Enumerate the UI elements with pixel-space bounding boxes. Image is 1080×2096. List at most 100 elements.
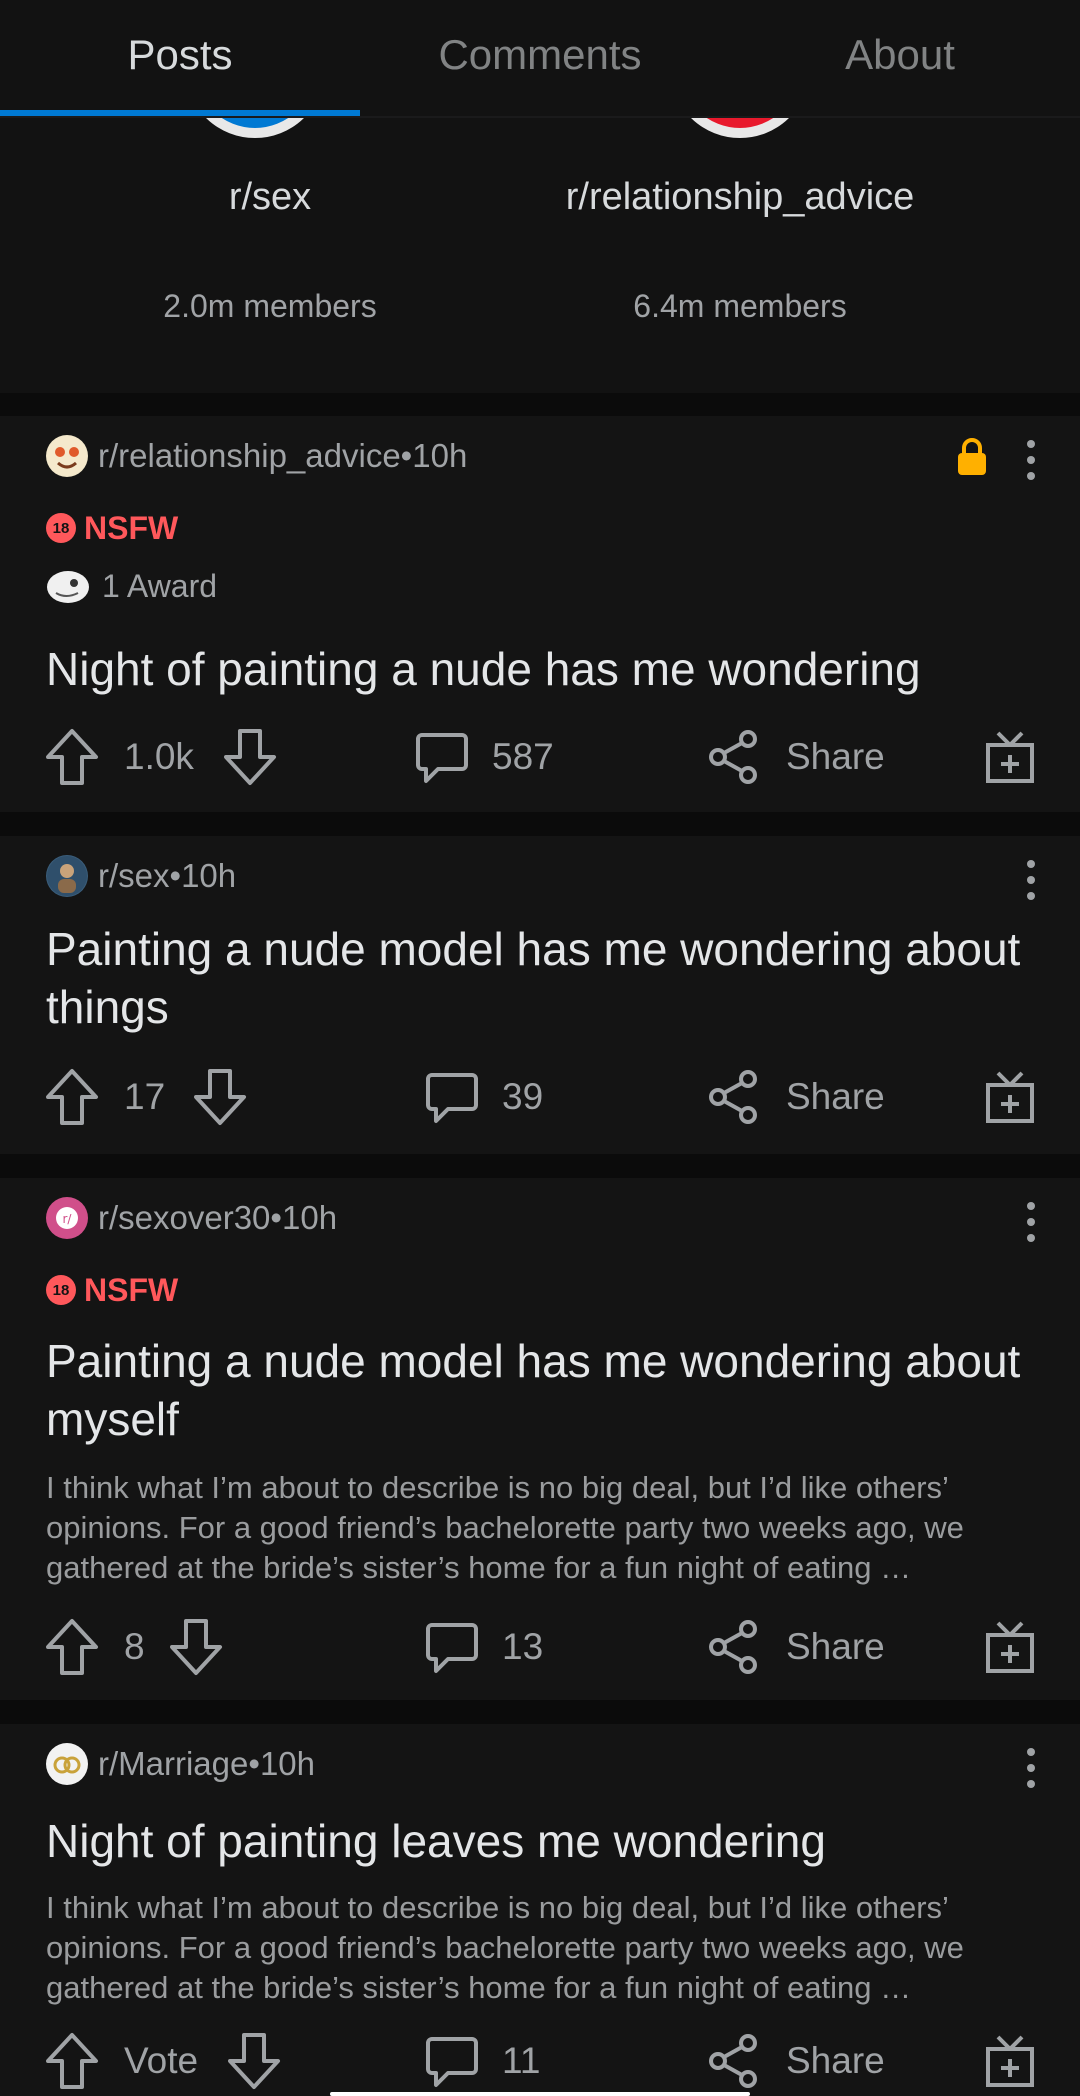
subreddit-link[interactable]: r/relationship_advice bbox=[98, 437, 401, 475]
tab-comments[interactable]: Comments bbox=[360, 0, 720, 116]
gesture-home-bar[interactable] bbox=[330, 2092, 750, 2096]
comment-bubble-icon bbox=[416, 733, 468, 783]
nsfw-tag: 18 NSFW bbox=[46, 1270, 178, 1310]
share-label: Share bbox=[786, 736, 885, 777]
post-title[interactable]: Painting a nude model has me wondering a… bbox=[46, 1332, 1034, 1448]
post-meta: r/sex • 10h bbox=[46, 854, 236, 898]
community-card-relationship-advice[interactable]: r/relationship_advice 6.4m members bbox=[470, 118, 1010, 393]
give-award-button[interactable] bbox=[984, 1062, 1036, 1132]
arrow-up-icon bbox=[46, 1069, 98, 1125]
upvote-button[interactable] bbox=[44, 722, 100, 792]
share-icon bbox=[709, 1070, 757, 1124]
post-time: 10h bbox=[412, 437, 468, 474]
vote-count: 8 bbox=[124, 1626, 145, 1667]
meta-separator: • bbox=[270, 1199, 282, 1236]
downvote-button[interactable] bbox=[192, 1062, 248, 1132]
comments-button[interactable]: 587 bbox=[414, 722, 554, 792]
gift-award-icon bbox=[986, 1071, 1034, 1123]
post-body-preview[interactable]: I think what I’m about to describe is no… bbox=[46, 1468, 1040, 1588]
post-title[interactable]: Painting a nude model has me wondering a… bbox=[46, 920, 1034, 1036]
post-actions: 17 39 Share bbox=[0, 1062, 1080, 1132]
share-icon bbox=[709, 730, 757, 784]
arrow-up-icon bbox=[46, 729, 98, 785]
community-card-sex[interactable]: r/sex 2.0m members bbox=[0, 118, 540, 393]
nsfw-badge-icon: 18 bbox=[46, 513, 76, 543]
award-count: 1 Award bbox=[102, 567, 218, 604]
more-vertical-icon[interactable] bbox=[1024, 440, 1038, 480]
post-time: 10h bbox=[281, 1199, 338, 1236]
vote-count: 1.0k bbox=[124, 736, 194, 777]
arrow-down-icon bbox=[194, 1069, 246, 1125]
comment-count: 11 bbox=[502, 2040, 541, 2081]
community-avatar bbox=[185, 118, 325, 138]
comments-button[interactable]: 13 bbox=[424, 1612, 543, 1682]
nsfw-tag: 18 NSFW bbox=[46, 508, 178, 548]
post-card[interactable]: r/Marriage • 10h Night of painting leave… bbox=[0, 1724, 1080, 2096]
comments-button[interactable]: 39 bbox=[424, 1062, 543, 1132]
vote-count: 17 bbox=[124, 1076, 166, 1117]
post-actions: 8 13 Share bbox=[0, 1612, 1080, 1682]
community-name: r/sex bbox=[228, 176, 312, 218]
tab-about[interactable]: About bbox=[720, 0, 1080, 116]
upvote-button[interactable] bbox=[44, 2026, 100, 2096]
post-title[interactable]: Night of painting leaves me wondering bbox=[46, 1812, 1034, 1870]
downvote-button[interactable] bbox=[168, 1612, 224, 1682]
post-card[interactable]: r/ r/sexover30 • 10h 18 NSFW Painting a … bbox=[0, 1178, 1080, 1700]
gift-award-icon bbox=[986, 2035, 1034, 2087]
subreddit-avatar[interactable]: r/ bbox=[46, 1197, 88, 1239]
give-award-button[interactable] bbox=[984, 2026, 1036, 2096]
more-vertical-icon[interactable] bbox=[1024, 1748, 1038, 1788]
subreddit-link[interactable]: r/sex bbox=[98, 857, 170, 895]
post-card[interactable]: r/relationship_advice • 10h 18 NSFW 1 Aw… bbox=[0, 416, 1080, 812]
comment-bubble-icon bbox=[426, 2037, 478, 2087]
share-button[interactable]: Share bbox=[706, 1062, 885, 1132]
post-meta: r/relationship_advice • 10h bbox=[46, 434, 467, 478]
meta-separator: • bbox=[169, 857, 182, 894]
upvote-button[interactable] bbox=[44, 1612, 100, 1682]
subreddit-link[interactable]: r/sexover30 bbox=[98, 1199, 270, 1237]
post-actions: Vote 11 Share bbox=[0, 2026, 1080, 2096]
community-members: 6.4m members bbox=[633, 288, 847, 324]
share-button[interactable]: Share bbox=[706, 722, 885, 792]
post-actions: 1.0k 587 Share bbox=[0, 722, 1080, 792]
tab-posts[interactable]: Posts bbox=[0, 0, 360, 116]
post-time: 10h bbox=[181, 857, 237, 894]
arrow-down-icon bbox=[170, 1619, 222, 1675]
more-vertical-icon[interactable] bbox=[1024, 860, 1038, 900]
share-icon bbox=[709, 1620, 757, 1674]
give-award-button[interactable] bbox=[984, 722, 1036, 792]
post-card[interactable]: r/sex • 10h Painting a nude model has me… bbox=[0, 836, 1080, 1154]
nsfw-label: NSFW bbox=[84, 509, 179, 546]
subreddit-avatar[interactable] bbox=[46, 435, 88, 477]
more-vertical-icon[interactable] bbox=[1024, 1202, 1038, 1242]
active-communities: r/sex 2.0m members r/relationship_advice… bbox=[0, 118, 1080, 393]
nsfw-badge-icon: 18 bbox=[46, 1275, 76, 1305]
comment-bubble-icon bbox=[426, 1623, 478, 1673]
comments-button[interactable]: 11 bbox=[424, 2026, 540, 2096]
meta-separator: • bbox=[248, 1745, 260, 1782]
post-meta: r/Marriage • 10h bbox=[46, 1742, 315, 1786]
comment-count: 39 bbox=[502, 1076, 544, 1117]
give-award-button[interactable] bbox=[984, 1612, 1036, 1682]
subreddit-avatar[interactable] bbox=[46, 855, 88, 897]
share-icon bbox=[709, 2034, 757, 2088]
subreddit-avatar[interactable] bbox=[46, 1743, 88, 1785]
share-button[interactable]: Share bbox=[706, 2026, 885, 2096]
arrow-down-icon bbox=[224, 729, 276, 785]
community-name: r/relationship_advice bbox=[565, 176, 915, 218]
upvote-button[interactable] bbox=[44, 1062, 100, 1132]
post-body-preview[interactable]: I think what I’m about to describe is no… bbox=[46, 1888, 1040, 2008]
post-title[interactable]: Night of painting a nude has me wonderin… bbox=[46, 640, 1034, 698]
arrow-up-icon bbox=[46, 2033, 98, 2089]
downvote-button[interactable] bbox=[226, 2026, 282, 2096]
downvote-button[interactable] bbox=[222, 722, 278, 792]
arrow-up-icon bbox=[46, 1619, 98, 1675]
post-meta: r/ r/sexover30 • 10h bbox=[46, 1196, 337, 1240]
share-button[interactable]: Share bbox=[706, 1612, 885, 1682]
gift-award-icon bbox=[986, 1621, 1034, 1673]
comment-count: 587 bbox=[492, 736, 554, 777]
award-icon bbox=[47, 571, 89, 603]
award-row[interactable]: 1 Award bbox=[46, 564, 217, 608]
share-label: Share bbox=[786, 2040, 885, 2081]
subreddit-link[interactable]: r/Marriage bbox=[98, 1745, 248, 1783]
